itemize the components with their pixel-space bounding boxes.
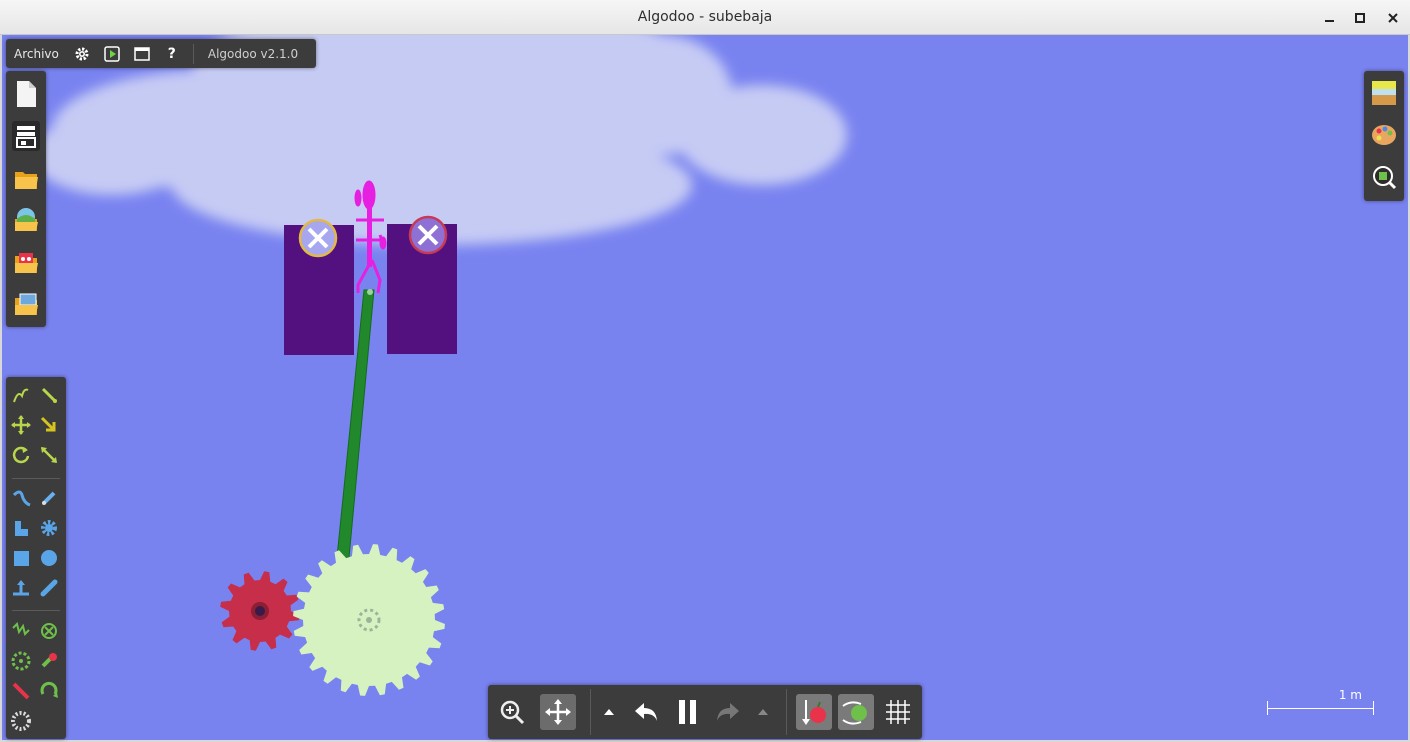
spring-tool-icon[interactable] xyxy=(10,620,32,642)
fixate-tool-icon[interactable] xyxy=(38,620,60,642)
close-button[interactable] xyxy=(1383,8,1403,28)
gear-icon[interactable] xyxy=(67,39,97,68)
polygon-tool-icon[interactable] xyxy=(10,517,32,539)
toolbar-separator xyxy=(12,610,60,611)
small-red-gear xyxy=(220,571,300,651)
redo-icon[interactable] xyxy=(710,694,746,730)
speed-down-icon[interactable] xyxy=(594,694,624,730)
open-scene-icon[interactable] xyxy=(12,205,40,235)
chain-tool-icon[interactable] xyxy=(38,577,60,599)
rope-tool-icon[interactable] xyxy=(10,487,32,509)
large-green-gear xyxy=(293,544,445,696)
grid-icon[interactable] xyxy=(880,694,916,730)
scale-indicator: 1 m xyxy=(1264,688,1376,718)
gravity-icon[interactable] xyxy=(796,694,832,730)
circle-tool-icon[interactable] xyxy=(38,547,60,569)
fixate-marker-right xyxy=(408,215,448,255)
help-icon[interactable]: ? xyxy=(157,39,187,68)
scale-tool-icon[interactable] xyxy=(38,444,60,466)
file-menu[interactable]: Archivo xyxy=(6,47,67,61)
zoom-icon[interactable] xyxy=(494,694,530,730)
scale-line xyxy=(1267,708,1373,709)
drag-tool-icon[interactable] xyxy=(38,414,60,436)
toolbar-separator xyxy=(590,689,591,735)
save-icon[interactable] xyxy=(12,289,40,319)
fan-tool-icon[interactable] xyxy=(10,710,32,732)
title-bar: Algodoo - subebaja xyxy=(0,0,1410,35)
window-title: Algodoo - subebaja xyxy=(637,9,773,25)
scene-svg xyxy=(32,35,847,696)
background-icon[interactable] xyxy=(1370,79,1398,107)
plane-tool-icon[interactable] xyxy=(10,577,32,599)
move-tool-icon[interactable] xyxy=(10,414,32,436)
main-menu-bar: Archivo ? Algodoo v2.1.0 xyxy=(6,39,316,68)
right-toolbar xyxy=(1364,71,1404,201)
maximize-button[interactable] xyxy=(1350,8,1370,28)
simulation-toolbar xyxy=(488,685,922,739)
cut-tool-icon[interactable] xyxy=(38,384,60,406)
rotate-tool-icon[interactable] xyxy=(10,444,32,466)
tracer-tool-icon[interactable] xyxy=(38,650,60,672)
toolbox-icon[interactable] xyxy=(12,121,40,151)
laser-tool-icon[interactable] xyxy=(10,680,32,702)
inspect-icon[interactable] xyxy=(1370,163,1398,191)
maximize-icon xyxy=(1355,13,1365,23)
pause-icon[interactable] xyxy=(670,694,706,730)
fixate-marker-left xyxy=(298,218,338,258)
undo-icon[interactable] xyxy=(628,694,664,730)
scale-label: 1 m xyxy=(1338,688,1362,702)
brush-tool-icon[interactable] xyxy=(38,487,60,509)
sketch-tool-icon[interactable] xyxy=(10,384,32,406)
toolbar-separator xyxy=(12,478,60,479)
box-tool-icon[interactable] xyxy=(10,547,32,569)
gear-tool-icon[interactable] xyxy=(38,517,60,539)
new-scene-icon[interactable] xyxy=(12,79,40,109)
window-icon[interactable] xyxy=(127,39,157,68)
phunlets-icon[interactable] xyxy=(12,247,40,277)
tools-toolbar xyxy=(6,377,66,739)
play-scene-icon[interactable] xyxy=(97,39,127,68)
minimize-button[interactable] xyxy=(1320,8,1340,28)
scene-canvas[interactable] xyxy=(2,35,1408,740)
minimize-icon xyxy=(1325,20,1334,22)
menu-separator xyxy=(192,43,194,64)
speed-up-icon[interactable] xyxy=(748,694,778,730)
pan-icon[interactable] xyxy=(540,694,576,730)
scale-tick xyxy=(1373,701,1374,715)
toolbar-separator xyxy=(786,689,787,735)
air-friction-icon[interactable] xyxy=(838,694,874,730)
thruster-tool-icon[interactable] xyxy=(38,680,60,702)
palette-icon[interactable] xyxy=(1370,121,1398,149)
scale-tick xyxy=(1267,701,1268,715)
axle-tool-icon[interactable] xyxy=(10,650,32,672)
open-folder-icon[interactable] xyxy=(12,163,40,193)
file-toolbar xyxy=(6,71,46,327)
close-icon xyxy=(1388,13,1398,23)
version-label: Algodoo v2.1.0 xyxy=(207,46,299,61)
